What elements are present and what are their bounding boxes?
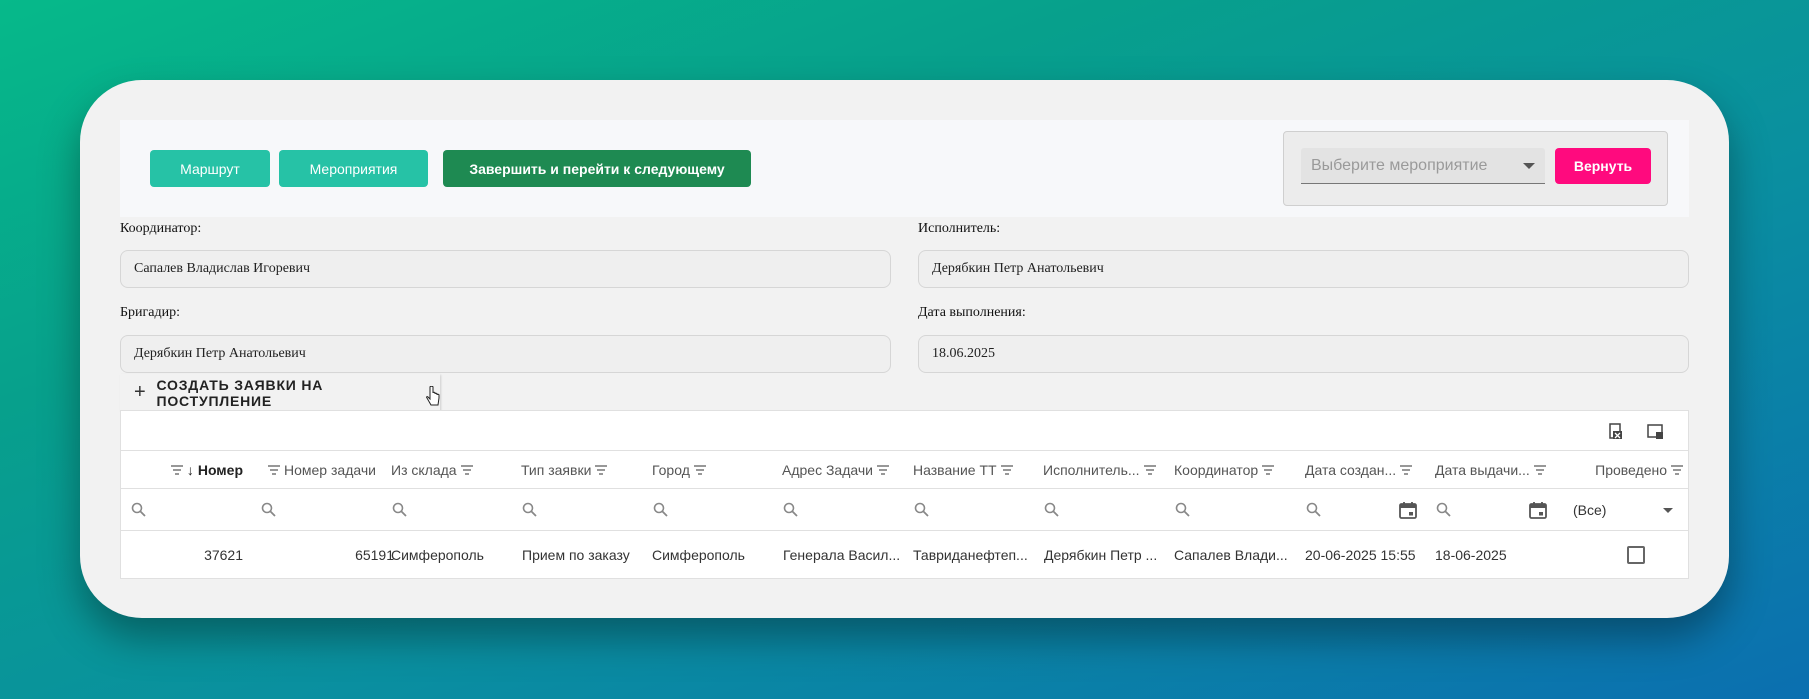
coordinator-label: Координатор: [120,221,202,236]
filter-icon[interactable] [876,465,889,475]
cell-task-address: Генерала Васил... [783,547,901,563]
cell-tt-name: Тавриданефтеп... [913,547,1028,563]
posted-checkbox[interactable] [1627,546,1645,564]
col-label-from-warehouse: Из склада [391,462,457,478]
col-label-number: Номер [197,462,243,478]
filter-icon[interactable] [460,465,473,475]
coordinator-field[interactable]: Сапалев Владислав Игоревич [120,250,891,288]
search-icon[interactable] [522,502,538,518]
cell-created: 20-06-2025 15:55 [1305,547,1416,563]
posted-filter-value: (Все) [1573,502,1607,518]
grid-header-row: ↓ Номер Номер задачи Из склада Тип заявк… [121,451,1688,489]
finish-next-button[interactable]: Завершить и перейти к следующему [443,150,751,187]
hand-cursor-icon [426,386,440,406]
filter-icon[interactable] [170,465,183,475]
filter-icon[interactable] [1262,465,1275,475]
cell-number: 37621 [204,547,243,563]
col-header-city[interactable]: Город [652,451,783,489]
create-receipt-requests-button[interactable]: + СОЗДАТЬ ЗАЯВКИ НА ПОСТУПЛЕНИЕ [120,374,440,411]
col-header-tt-name[interactable]: Название ТТ [913,451,1044,489]
column-chooser-icon[interactable] [1647,423,1665,441]
event-select-placeholder: Выберите мероприятие [1311,156,1488,174]
calendar-icon[interactable] [1528,500,1548,520]
events-button[interactable]: Мероприятия [279,150,428,187]
calendar-icon[interactable] [1398,500,1418,520]
cell-from-warehouse: Симферополь [391,547,484,563]
cell-issued: 18-06-2025 [1435,547,1507,563]
search-icon[interactable] [131,502,147,518]
col-label-posted: Проведено [1595,462,1667,478]
col-label-issued: Дата выдачи... [1435,462,1530,478]
search-icon[interactable] [1436,502,1452,518]
col-label-request-type: Тип заявки [521,462,592,478]
col-header-executor[interactable]: Исполнитель... [1043,451,1174,489]
filter-icon[interactable] [693,465,706,475]
filter-icon[interactable] [1533,465,1546,475]
search-icon[interactable] [392,502,408,518]
col-label-task-number: Номер задачи [284,462,376,478]
export-excel-icon[interactable] [1607,423,1625,441]
col-header-request-type[interactable]: Тип заявки [521,451,652,489]
col-label-coordinator: Координатор [1174,462,1259,478]
cell-city: Симферополь [652,547,745,563]
filter-icon[interactable] [595,465,608,475]
create-button-label: СОЗДАТЬ ЗАЯВКИ НА ПОСТУПЛЕНИЕ [156,376,324,409]
sort-desc-icon: ↓ [186,462,194,478]
col-label-task-address: Адрес Задачи [782,462,873,478]
return-button[interactable]: Вернуть [1555,148,1651,184]
search-icon[interactable] [653,502,669,518]
table-row[interactable]: 37621 65191 Симферополь Прием по заказу … [121,531,1688,579]
col-header-task-address[interactable]: Адрес Задачи [782,451,913,489]
foreman-label: Бригадир: [120,305,180,320]
search-icon[interactable] [1175,502,1191,518]
col-header-created[interactable]: Дата создан... [1305,451,1436,489]
col-header-posted[interactable]: Проведено [1566,451,1687,489]
date-label: Дата выполнения: [918,305,1026,320]
chevron-down-icon [1523,163,1535,169]
event-select[interactable]: Выберите мероприятие [1301,148,1545,184]
posted-filter-select[interactable]: (Все) [1573,489,1685,531]
col-header-number[interactable]: ↓ Номер [166,451,243,489]
plus-icon: + [134,381,147,403]
col-header-task-number[interactable]: Номер задачи [264,451,391,489]
col-label-executor: Исполнитель... [1043,462,1140,478]
filter-icon[interactable] [1143,465,1156,475]
filter-icon[interactable] [1671,465,1683,475]
search-icon[interactable] [783,502,799,518]
col-label-city: Город [652,462,690,478]
cell-coordinator: Сапалев Влади... [1174,547,1288,563]
requests-grid: ↓ Номер Номер задачи Из склада Тип заявк… [120,410,1689,579]
col-header-issued[interactable]: Дата выдачи... [1435,451,1566,489]
search-icon[interactable] [1306,502,1322,518]
cell-task-number: 65191 [355,547,394,563]
col-header-from-warehouse[interactable]: Из склада [391,451,522,489]
col-label-created: Дата создан... [1305,462,1397,478]
col-header-coordinator[interactable]: Координатор [1174,451,1305,489]
route-button[interactable]: Маршрут [150,150,270,187]
date-field[interactable]: 18.06.2025 [918,335,1689,373]
executor-label: Исполнитель: [918,221,1001,236]
grid-toolbar [121,411,1688,451]
cell-posted [1616,531,1656,579]
executor-field[interactable]: Дерябкин Петр Анатольевич [918,250,1689,288]
foreman-field[interactable]: Дерябкин Петр Анатольевич [120,335,891,373]
grid-filter-row: (Все) [121,489,1688,531]
filter-icon[interactable] [1400,465,1413,475]
chevron-down-icon [1663,508,1673,513]
search-icon[interactable] [1044,502,1060,518]
cell-executor: Дерябкин Петр ... [1044,547,1158,563]
filter-icon[interactable] [268,465,280,475]
cell-request-type: Прием по заказу [522,547,630,563]
search-icon[interactable] [261,502,277,518]
search-icon[interactable] [914,502,930,518]
filter-icon[interactable] [1000,465,1013,475]
col-label-tt-name: Название ТТ [913,462,997,478]
